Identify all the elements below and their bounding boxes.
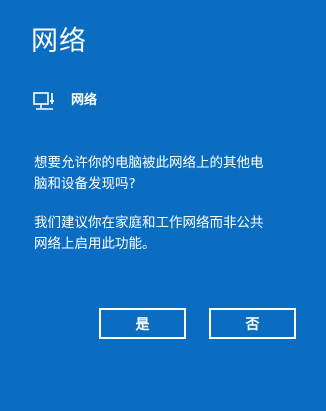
network-row: 网络 [33,90,97,112]
question-line-1: 想要允许你的电脑被此网络上的其他电 [34,155,264,171]
recommendation-line-1: 我们建议你在家庭和工作网络而非公共 [34,215,264,231]
dialog-title: 网络 [31,26,87,57]
network-name: 网络 [71,93,98,108]
discovery-question: 想要允许你的电脑被此网络上的其他电 脑和设备发现吗? [34,153,304,195]
question-line-2: 脑和设备发现吗? [34,176,136,192]
no-button[interactable]: 否 [209,308,296,339]
yes-button[interactable]: 是 [99,308,186,339]
network-dialog: 网络 网络 想要允许你的电脑被此网络上的其他电 脑和设备发现吗? 我们建议你在家… [0,0,326,411]
recommendation-line-2: 网络上启用此功能。 [34,236,156,252]
wired-network-icon [33,91,55,111]
recommendation-text: 我们建议你在家庭和工作网络而非公共 网络上启用此功能。 [34,213,304,255]
